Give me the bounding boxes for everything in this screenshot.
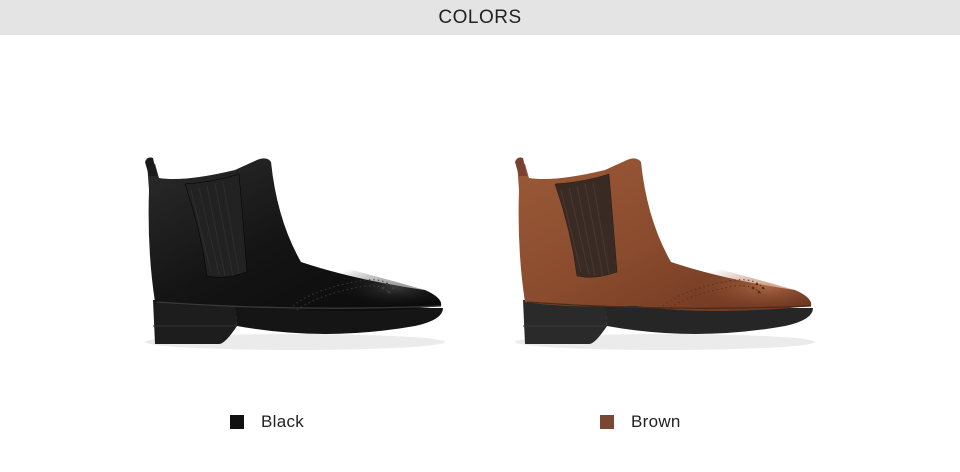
color-option-brown[interactable]: Brown: [600, 411, 681, 433]
color-label-brown: Brown: [631, 412, 681, 431]
brown-swatch: [600, 415, 614, 429]
color-label-black: Black: [261, 412, 305, 431]
brown-chelsea-boot-icon: [515, 157, 815, 350]
black-swatch: [230, 415, 244, 429]
black-boot-image: [125, 130, 465, 370]
brown-boot-image: [495, 130, 835, 370]
section-title: COLORS: [438, 6, 522, 28]
colors-section: COLORS Black Brown: [0, 0, 960, 472]
color-option-black[interactable]: Black: [230, 411, 304, 433]
section-header: COLORS: [0, 0, 960, 35]
black-chelsea-boot-icon: [145, 157, 445, 350]
